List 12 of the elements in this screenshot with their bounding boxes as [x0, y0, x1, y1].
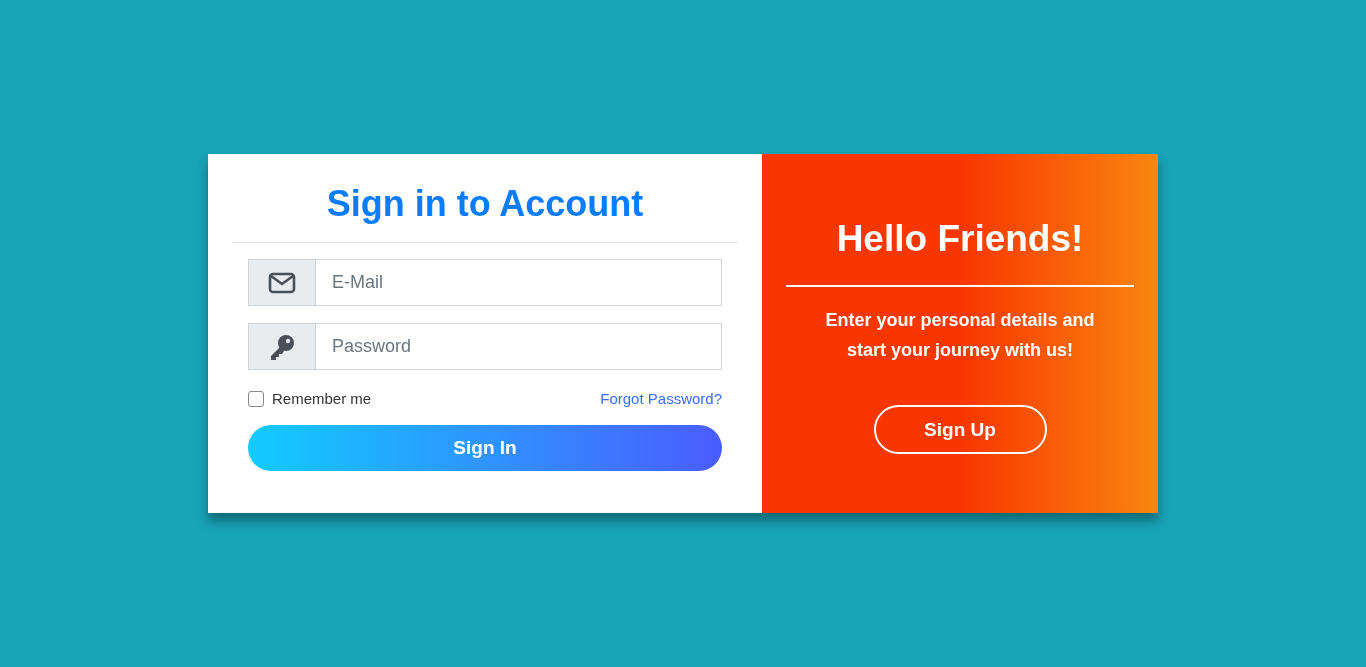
input-field[interactable]: E-Mail — [316, 259, 722, 306]
key-icon — [268, 332, 296, 361]
sign-in-button[interactable]: Sign In — [248, 425, 722, 471]
welcome-title: Hello Friends! — [836, 217, 1084, 261]
remember-checkbox[interactable] — [248, 390, 264, 407]
welcome-message: Enter your personal details and start your journey with us! — [824, 309, 1096, 362]
input-field[interactable]: Password — [316, 323, 722, 370]
envelope-icon — [268, 271, 296, 294]
forgot-password-link[interactable]: Forgot Password? — [600, 390, 722, 407]
sign-up-button[interactable]: Sign Up — [873, 405, 1047, 454]
remember-label: Remember me — [272, 390, 372, 407]
form-title: Sign in to Account — [326, 182, 644, 226]
